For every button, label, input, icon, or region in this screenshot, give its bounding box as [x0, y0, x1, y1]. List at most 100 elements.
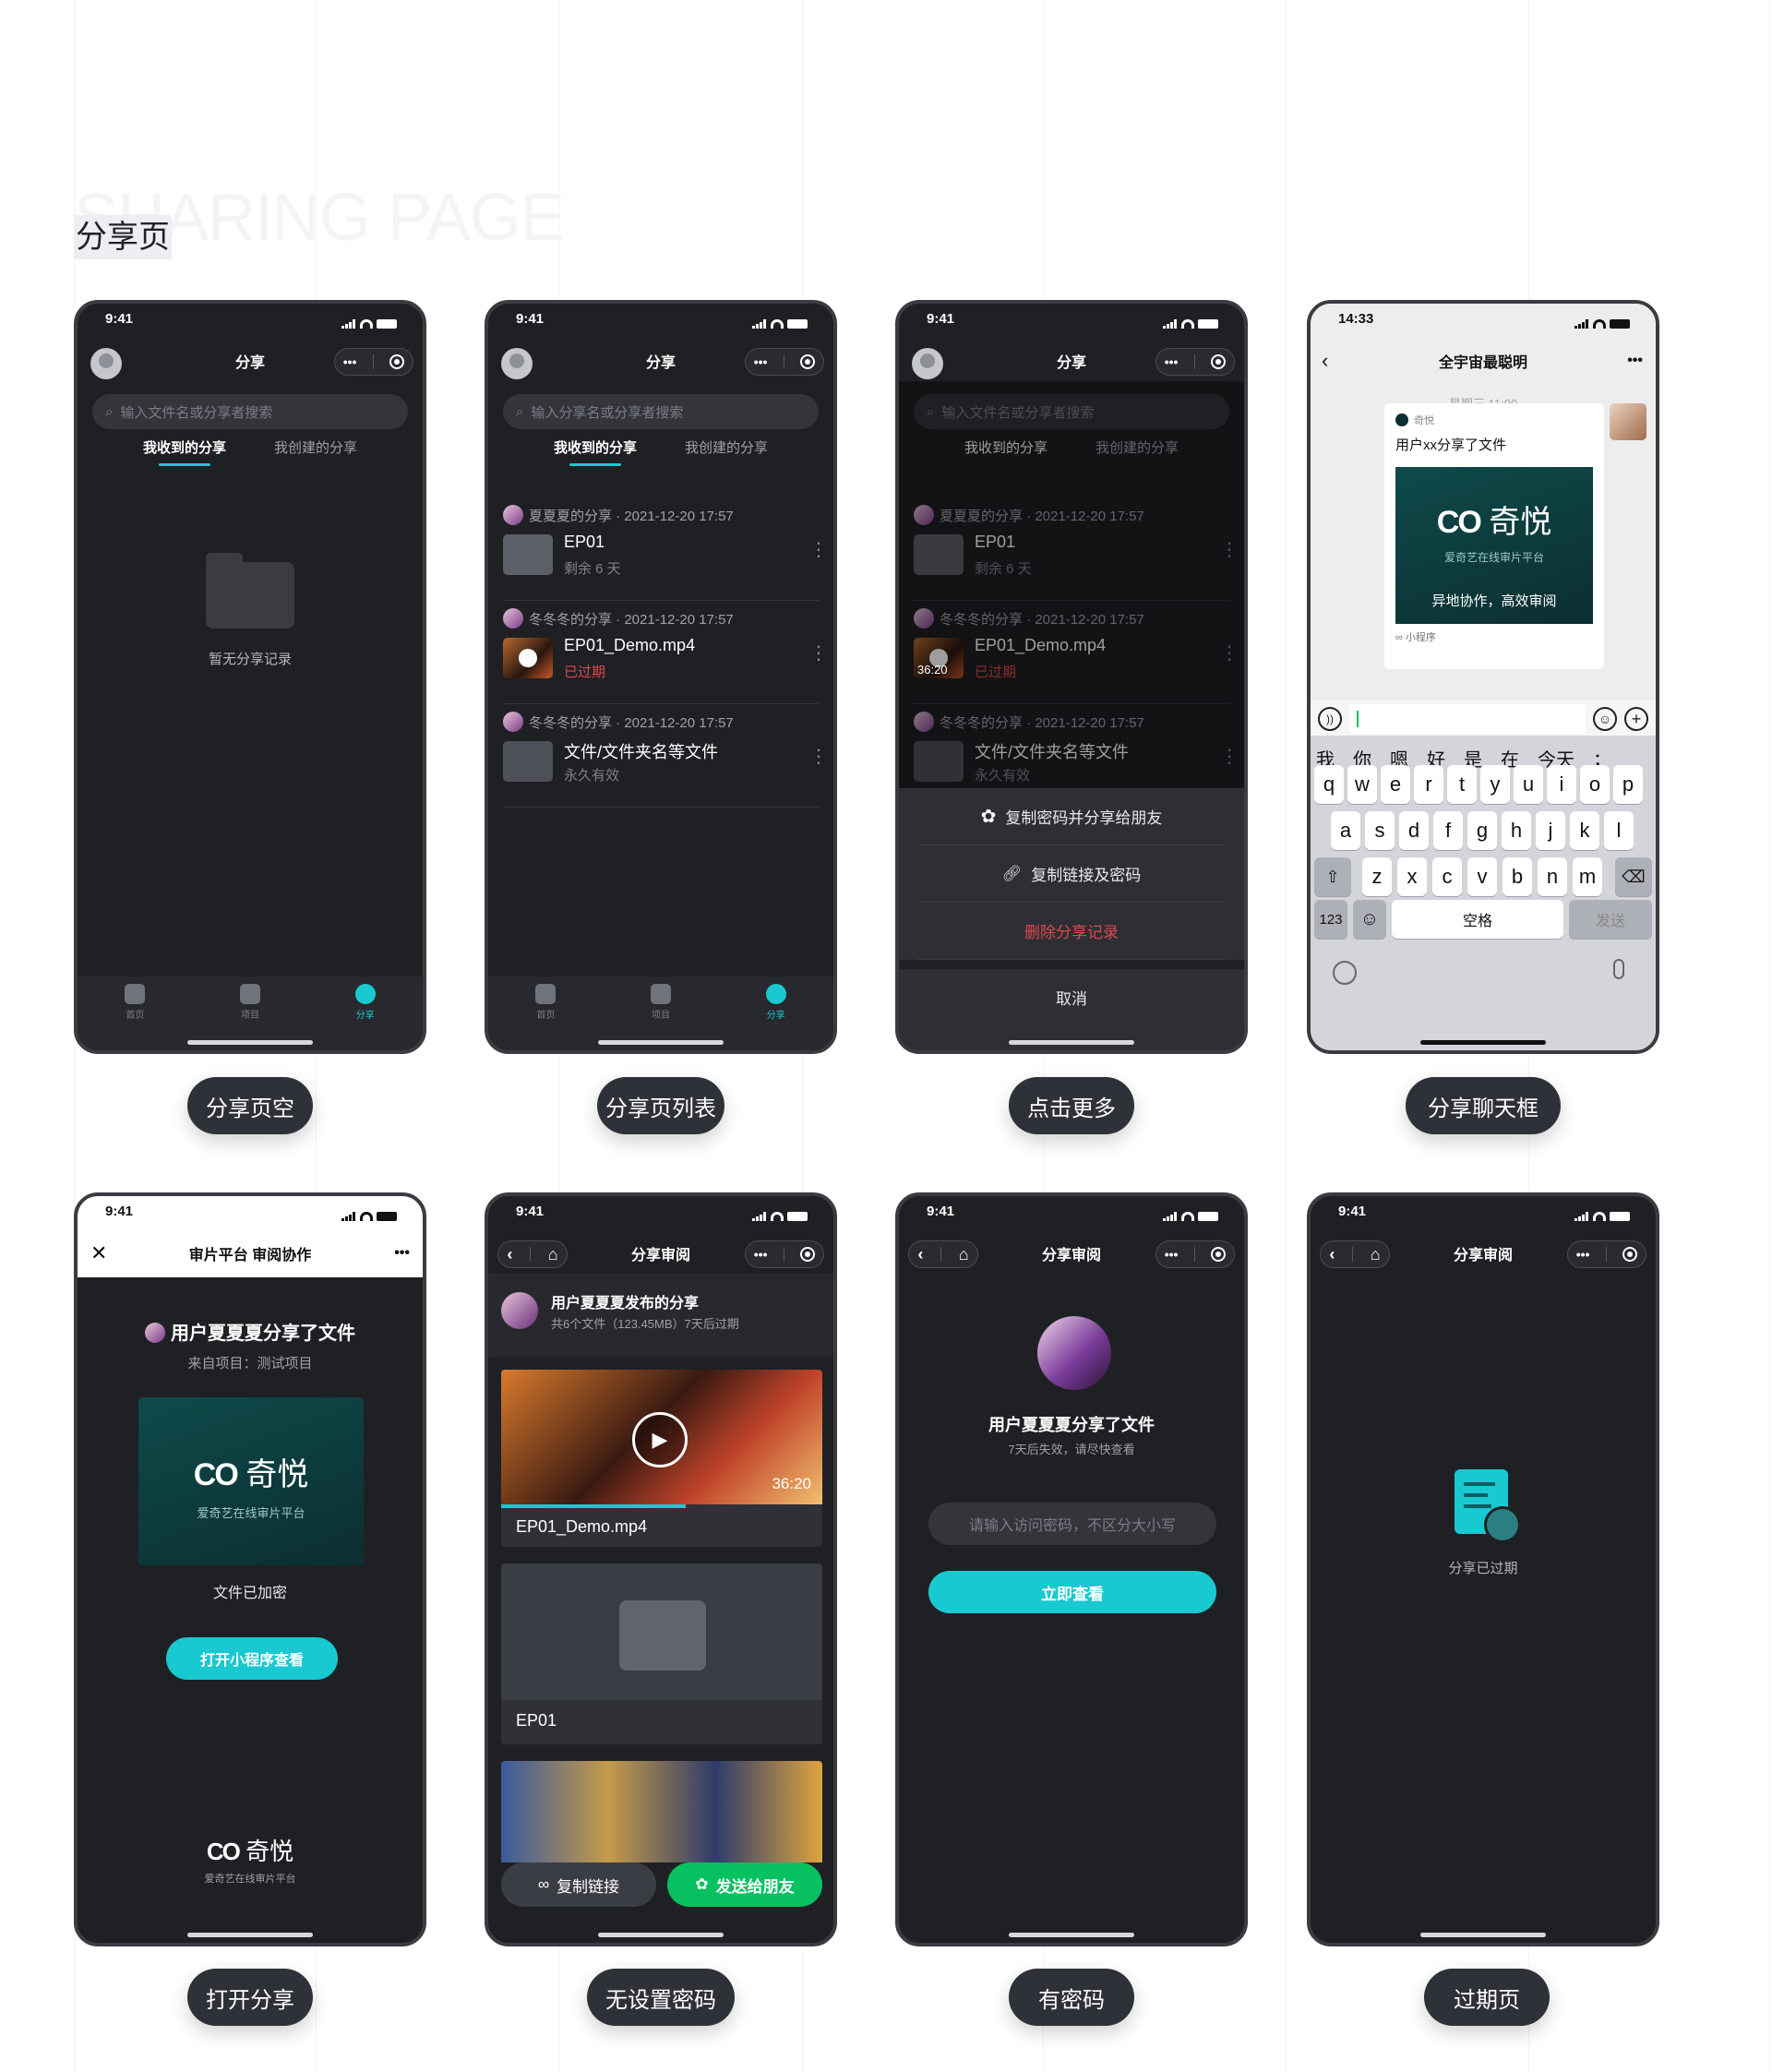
home-icon[interactable]: ⌂ [959, 1245, 969, 1264]
view-now-button[interactable]: 立即查看 [928, 1571, 1216, 1613]
key-m[interactable]: m [1573, 857, 1602, 896]
back-home-capsule[interactable]: ‹ ⌂ [908, 1240, 978, 1268]
back-home-capsule[interactable]: ‹ ⌂ [497, 1240, 568, 1268]
emoji-key-icon[interactable]: ☺ [1353, 900, 1386, 939]
cancel-button[interactable]: 取消 [899, 969, 1244, 1024]
home-icon[interactable]: ⌂ [1371, 1245, 1381, 1264]
more-icon[interactable]: ••• [1165, 354, 1179, 369]
delete-record-button[interactable]: 删除分享记录 [917, 903, 1226, 960]
microphone-icon[interactable] [1613, 959, 1624, 979]
mini-program-capsule[interactable]: ••• [1155, 1240, 1235, 1268]
list-item[interactable]: 夏夏夏的分享 · 2021-12-20 17:57 EP01 剩余 6 天 ⋮ [503, 497, 828, 601]
globe-icon[interactable] [1333, 961, 1357, 985]
open-mini-program-button[interactable]: 打开小程序查看 [166, 1637, 338, 1680]
key-e[interactable]: e [1381, 765, 1410, 804]
close-target-icon[interactable] [389, 354, 405, 369]
key-v[interactable]: v [1467, 857, 1497, 896]
key-y[interactable]: y [1480, 765, 1510, 804]
key-g[interactable]: g [1467, 811, 1497, 850]
key-r[interactable]: r [1414, 765, 1443, 804]
copy-link-button[interactable]: 🔗︎ 复制链接及密码 [917, 845, 1226, 903]
key-c[interactable]: c [1432, 857, 1462, 896]
user-avatar[interactable] [90, 348, 122, 379]
mini-program-capsule[interactable]: ••• [745, 1240, 824, 1268]
password-input[interactable]: 请输入访问密码，不区分大小写 [928, 1503, 1216, 1545]
folder-card[interactable]: EP01 [501, 1563, 822, 1744]
more-icon[interactable]: ••• [394, 1245, 410, 1262]
tabbar-share[interactable]: 分享 [748, 984, 804, 1050]
image-thumbnail[interactable] [501, 1761, 822, 1862]
plus-icon[interactable]: + [1624, 707, 1648, 731]
more-icon[interactable]: ••• [343, 354, 357, 369]
back-home-capsule[interactable]: ‹ ⌂ [1320, 1240, 1390, 1268]
backspace-icon[interactable]: ⌫ [1615, 857, 1652, 896]
key-n[interactable]: n [1538, 857, 1567, 896]
more-vertical-icon[interactable]: ⋮ [809, 748, 828, 766]
user-avatar[interactable] [912, 348, 943, 379]
video-card[interactable]: ▶ 36:20 EP01_Demo.mp4 [501, 1370, 822, 1547]
key-x[interactable]: x [1397, 857, 1427, 896]
back-icon[interactable]: ‹ [1322, 349, 1328, 373]
key-123[interactable]: 123 [1314, 900, 1347, 939]
key-h[interactable]: h [1502, 811, 1531, 850]
key-w[interactable]: w [1347, 765, 1377, 804]
close-target-icon[interactable] [1211, 354, 1227, 369]
message-input[interactable] [1349, 704, 1586, 734]
search-input[interactable]: ⌕ 输入分享名或分享者搜索 [503, 394, 819, 429]
tab-received[interactable]: 我收到的分享 [143, 437, 226, 466]
close-icon[interactable]: ✕ [90, 1241, 107, 1265]
copy-password-share-button[interactable]: ✿ 复制密码并分享给朋友 [917, 788, 1226, 845]
copy-link-button[interactable]: ∞ 复制链接 [501, 1862, 656, 1907]
key-q[interactable]: q [1314, 765, 1344, 804]
play-icon[interactable]: ▶ [632, 1412, 688, 1467]
key-b[interactable]: b [1503, 857, 1532, 896]
key-z[interactable]: z [1362, 857, 1392, 896]
key-f[interactable]: f [1433, 811, 1463, 850]
list-item[interactable]: 冬冬冬的分享 · 2021-12-20 17:57 EP01_Demo.mp4 … [503, 601, 828, 704]
mini-program-capsule[interactable]: ••• [334, 348, 413, 376]
key-u[interactable]: u [1514, 765, 1543, 804]
home-icon[interactable]: ⌂ [548, 1245, 558, 1264]
tab-created[interactable]: 我创建的分享 [685, 437, 768, 466]
key-send[interactable]: 发送 [1569, 900, 1652, 939]
more-icon[interactable]: ••• [1576, 1247, 1590, 1262]
mini-program-capsule[interactable]: ••• [1155, 348, 1235, 376]
more-icon[interactable]: ••• [754, 1247, 768, 1262]
shift-icon[interactable]: ⇧ [1314, 857, 1351, 896]
emoji-icon[interactable]: ☺ [1593, 707, 1617, 731]
more-icon[interactable]: ••• [1627, 353, 1643, 369]
send-to-friend-button[interactable]: ✿ 发送给朋友 [667, 1862, 822, 1907]
close-target-icon[interactable] [800, 354, 816, 369]
mini-program-capsule[interactable]: ••• [745, 348, 824, 376]
close-target-icon[interactable] [800, 1247, 816, 1262]
key-p[interactable]: p [1613, 765, 1643, 804]
search-input[interactable]: ⌕ 输入文件名或分享者搜索 [92, 394, 408, 429]
tabbar-home[interactable]: 首页 [518, 984, 573, 1050]
more-vertical-icon[interactable]: ⋮ [809, 541, 828, 559]
mini-program-card[interactable]: 奇悦 用户xx分享了文件 CO 奇悦 爱奇艺在线审片平台 异地协作，高效审阅 ∞… [1384, 403, 1604, 669]
user-avatar[interactable] [501, 348, 533, 379]
close-target-icon[interactable] [1211, 1247, 1227, 1262]
tabbar-share[interactable]: 分享 [338, 984, 393, 1050]
back-icon[interactable]: ‹ [917, 1245, 923, 1264]
key-space[interactable]: 空格 [1392, 900, 1563, 939]
key-d[interactable]: d [1399, 811, 1429, 850]
key-j[interactable]: j [1536, 811, 1565, 850]
voice-icon[interactable]: )) [1318, 707, 1342, 731]
key-l[interactable]: l [1604, 811, 1634, 850]
key-o[interactable]: o [1580, 765, 1610, 804]
close-target-icon[interactable] [1622, 1247, 1638, 1262]
key-s[interactable]: s [1365, 811, 1395, 850]
list-item[interactable]: 冬冬冬的分享 · 2021-12-20 17:57 文件/文件夹名等文件 永久有… [503, 704, 828, 808]
more-icon[interactable]: ••• [754, 354, 768, 369]
key-a[interactable]: a [1331, 811, 1360, 850]
more-icon[interactable]: ••• [1165, 1247, 1179, 1262]
key-i[interactable]: i [1547, 765, 1576, 804]
tab-created[interactable]: 我创建的分享 [274, 437, 357, 466]
back-icon[interactable]: ‹ [1329, 1245, 1335, 1264]
key-t[interactable]: t [1447, 765, 1477, 804]
key-k[interactable]: k [1570, 811, 1599, 850]
more-vertical-icon[interactable]: ⋮ [809, 644, 828, 663]
back-icon[interactable]: ‹ [507, 1245, 512, 1264]
tabbar-home[interactable]: 首页 [107, 984, 162, 1050]
